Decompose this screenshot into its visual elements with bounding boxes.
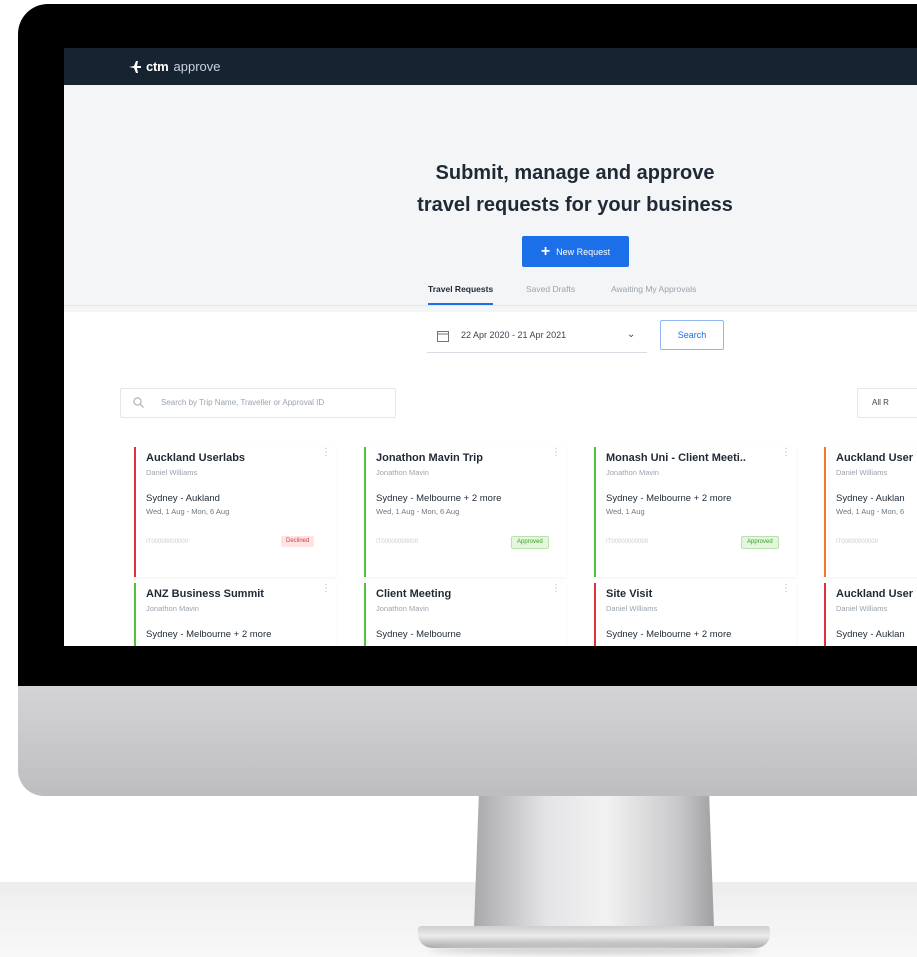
traveller-name: Jonathon Mavin xyxy=(376,604,429,613)
status-stripe xyxy=(134,447,136,577)
more-options-icon[interactable]: ⋮ xyxy=(551,583,561,594)
trip-route: Sydney - Melbourne + 2 more xyxy=(606,629,732,640)
trip-name: Auckland Userlabs xyxy=(146,452,246,464)
more-options-icon[interactable]: ⋮ xyxy=(551,447,561,458)
trip-search-input[interactable]: Search by Trip Name, Traveller or Approv… xyxy=(120,388,396,418)
trip-name: Auckland User xyxy=(836,452,914,464)
trip-card[interactable]: ⋮ Site Visit Daniel Williams Sydney - Me… xyxy=(594,583,796,646)
search-button[interactable]: Search xyxy=(660,320,724,350)
tab-saved-drafts[interactable]: Saved Drafts xyxy=(526,284,575,303)
plus-icon: + xyxy=(540,242,551,260)
status-stripe xyxy=(134,583,136,646)
more-options-icon[interactable]: ⋮ xyxy=(781,447,791,458)
more-options-icon[interactable]: ⋮ xyxy=(321,447,331,458)
tab-travel-requests[interactable]: Travel Requests xyxy=(428,284,494,305)
trip-card[interactable]: ⋮ Client Meeting Jonathon Mavin Sydney -… xyxy=(364,583,566,646)
status-stripe xyxy=(824,447,826,577)
trip-route: Sydney - Melbourne + 2 more xyxy=(146,629,272,640)
hero-title-line2: travel requests for your business xyxy=(417,194,733,216)
status-badge: Declined xyxy=(281,536,315,547)
ctm-approve-logo[interactable]: ctm approve xyxy=(128,59,221,74)
trip-reference: IT00000000000 xyxy=(376,539,419,545)
date-range-picker[interactable]: 22 Apr 2020 - 21 Apr 2021 ⌄ xyxy=(427,320,647,353)
trip-dates: Wed, 1 Aug - Mon, 6 xyxy=(836,507,905,516)
status-stripe xyxy=(824,583,826,646)
traveller-name: Jonathon Mavin xyxy=(606,468,659,477)
new-request-label: New Request xyxy=(556,246,611,257)
monitor-chin xyxy=(18,686,917,796)
new-request-button[interactable]: + New Request xyxy=(522,236,629,267)
trip-name: Auckland User xyxy=(836,588,914,600)
status-stripe xyxy=(594,447,596,577)
status-stripe xyxy=(364,447,366,577)
trip-name: Monash Uni - Client Meeti.. xyxy=(606,452,746,464)
trip-route: Sydney - Melbourne xyxy=(376,629,462,640)
search-icon xyxy=(133,397,144,408)
trip-route: Sydney - Auklan xyxy=(836,493,905,504)
status-badge: Approved xyxy=(741,536,779,549)
trip-route: Sydney - Aukland xyxy=(146,493,220,504)
traveller-name: Jonathon Mavin xyxy=(146,604,199,613)
hero-title: Submit, manage and approve travel reques… xyxy=(364,157,786,221)
trip-card[interactable]: ⋮ ANZ Business Summit Jonathon Mavin Syd… xyxy=(134,583,336,646)
traveller-name: Jonathon Mavin xyxy=(376,468,429,477)
monitor-stand-base xyxy=(418,926,770,948)
trip-route: Sydney - Melbourne + 2 more xyxy=(606,493,732,504)
trip-dates: Wed, 1 Aug - Mon, 6 Aug xyxy=(376,507,460,516)
more-options-icon[interactable]: ⋮ xyxy=(781,583,791,594)
traveller-name: Daniel Williams xyxy=(606,604,658,613)
trip-card[interactable]: ⋮ Auckland Userlabs Daniel Williams Sydn… xyxy=(134,447,336,577)
trip-name: Client Meeting xyxy=(376,588,452,600)
trip-card[interactable]: ⋮ Monash Uni - Client Meeti.. Jonathon M… xyxy=(594,447,796,577)
traveller-name: Daniel Williams xyxy=(146,468,198,477)
status-filter-value: All R xyxy=(872,398,889,407)
trip-reference: IT00000000000 xyxy=(146,539,189,545)
hero-title-line1: Submit, manage and approve xyxy=(435,162,715,184)
status-stripe xyxy=(364,583,366,646)
stand-shadow xyxy=(430,946,760,954)
status-stripe xyxy=(594,583,596,646)
traveller-name: Daniel Williams xyxy=(836,604,888,613)
trip-reference: IT00000000000 xyxy=(836,539,879,545)
trip-route: Sydney - Auklan xyxy=(836,629,905,640)
chevron-down-icon: ⌄ xyxy=(627,329,636,340)
tab-awaiting-my-approvals[interactable]: Awaiting My Approvals xyxy=(611,284,696,303)
status-filter-dropdown[interactable]: All R xyxy=(857,388,917,418)
trip-route: Sydney - Melbourne + 2 more xyxy=(376,493,502,504)
trip-name: Jonathon Mavin Trip xyxy=(376,452,483,464)
status-badge: Approved xyxy=(511,536,549,549)
trip-name: Site Visit xyxy=(606,588,653,600)
trip-dates: Wed, 1 Aug - Mon, 6 Aug xyxy=(146,507,230,516)
trip-reference: IT00000000000 xyxy=(606,539,649,545)
trip-dates: Wed, 1 Aug xyxy=(606,507,645,516)
trip-card[interactable]: ⋮ Jonathon Mavin Trip Jonathon Mavin Syd… xyxy=(364,447,566,577)
traveller-name: Daniel Williams xyxy=(836,468,888,477)
app-screen: ctm approve Submit, manage and approve tr… xyxy=(64,48,917,646)
logo-product-text: approve xyxy=(173,59,221,74)
date-range-value: 22 Apr 2020 - 21 Apr 2021 xyxy=(461,330,567,340)
more-options-icon[interactable]: ⋮ xyxy=(321,583,331,594)
calendar-icon xyxy=(437,331,449,342)
search-placeholder: Search by Trip Name, Traveller or Approv… xyxy=(161,398,325,407)
trip-card[interactable]: Auckland User Daniel Williams Sydney - A… xyxy=(824,447,917,577)
trip-card[interactable]: Auckland User Daniel Williams Sydney - A… xyxy=(824,583,917,646)
top-nav-bar: ctm approve xyxy=(64,48,917,85)
trip-name: ANZ Business Summit xyxy=(146,588,264,600)
logo-brand-text: ctm xyxy=(146,59,169,74)
monitor-stand xyxy=(474,796,714,928)
plane-logo-icon xyxy=(129,60,141,73)
